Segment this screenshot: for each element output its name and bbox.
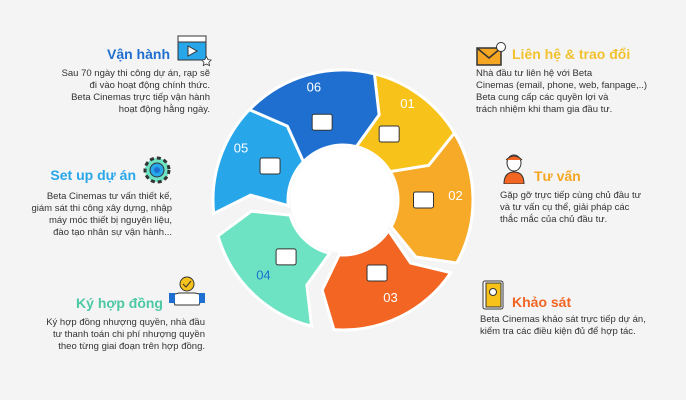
desc-line: Sau 70 ngày thi công dự án, rạp sẽ <box>61 68 210 79</box>
desc-line: thắc mắc của chủ đầu tư. <box>500 214 608 225</box>
notebook-icon <box>366 264 388 282</box>
step-02-title: Tư vấn <box>534 168 581 184</box>
desc-line: Beta Cinemas trực tiếp vận hành <box>71 92 210 103</box>
segment-number-06: 06 <box>307 79 321 94</box>
segment-number-02: 02 <box>448 188 462 203</box>
video-play-icon <box>311 113 333 131</box>
handshake-icon <box>169 276 205 306</box>
video-play-icon <box>177 35 212 66</box>
desc-line: Nhà đầu tư liên hệ với Beta <box>476 68 593 79</box>
step-05-desc: Beta Cinemas tư vấn thiết kế, giám sát th… <box>31 191 172 239</box>
step-02-desc: Gặp gỡ trực tiếp cùng chủ đầu tư và tư vấ… <box>500 190 641 226</box>
envelope-icon <box>378 125 400 143</box>
segment-number-04: 04 <box>256 268 270 283</box>
desc-line: hoạt động hằng ngày. <box>118 104 210 115</box>
step-03-title: Khảo sát <box>512 294 572 310</box>
consultant-headset-icon <box>503 154 525 184</box>
step-04-desc: Ký hợp đồng nhượng quyền, nhà đầu tư than… <box>46 317 205 353</box>
desc-line: Cinemas (email, phone, web, fanpage,..) <box>476 80 648 91</box>
desc-line: Beta Cinemas khảo sát trực tiếp dự án, <box>480 314 646 325</box>
step-01-desc: Nhà đầu tư liên hệ với Beta Cinemas (emai… <box>476 68 647 116</box>
envelope-icon <box>476 42 506 66</box>
desc-line: tư thanh toán chi phí nhượng quyền <box>52 329 205 340</box>
desc-line: kiểm tra các điều kiện đủ để hợp tác. <box>480 326 636 337</box>
desc-line: Gặp gỡ trực tiếp cùng chủ đầu tư <box>500 190 641 201</box>
desc-line: máy móc thiết bị nguyên liệu, <box>48 215 172 226</box>
desc-line: Beta Cinemas tư vấn thiết kế, <box>46 191 172 202</box>
gear-icon <box>259 157 281 175</box>
notebook-icon <box>482 280 504 310</box>
segment-number-03: 03 <box>383 290 397 305</box>
step-06-desc: Sau 70 ngày thi công dự án, rạp sẽ đi vào… <box>62 68 210 116</box>
step-06-title: Vận hành <box>106 46 170 62</box>
handshake-icon <box>275 248 297 266</box>
gear-icon <box>143 156 171 184</box>
desc-line: đào tạo nhân sự vận hành... <box>53 227 172 238</box>
consultant-headset-icon <box>413 191 434 209</box>
desc-line: Beta cung cấp các quyền lợi và <box>476 92 609 103</box>
segment-number-05: 05 <box>234 140 248 155</box>
step-05-title: Set up dự án <box>50 167 136 183</box>
desc-line: giám sát thi công xây dựng, nhập <box>31 203 172 214</box>
ring-center <box>290 147 396 253</box>
desc-line: theo từng giai đoạn trên hợp đồng. <box>58 341 205 352</box>
desc-line: và tư vấn cụ thể, giải pháp các <box>500 202 630 213</box>
segment-number-01: 01 <box>400 96 414 111</box>
step-01-title: Liên hệ & trao đổi <box>512 46 631 62</box>
desc-line: Ký hợp đồng nhượng quyền, nhà đầu <box>46 317 205 328</box>
step-03-desc: Beta Cinemas khảo sát trực tiếp dự án, ki… <box>480 314 646 338</box>
step-04-title: Ký hợp đồng <box>76 295 163 311</box>
desc-line: đi vào hoạt động chính thức. <box>89 80 210 91</box>
desc-line: trách nhiệm khi tham gia đầu tư. <box>476 104 613 115</box>
